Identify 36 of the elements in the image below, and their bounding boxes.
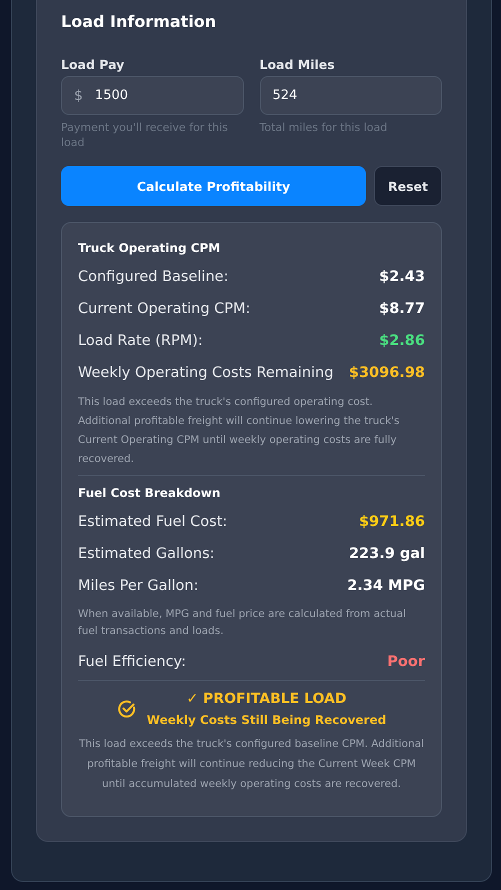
- metric-value: 2.34 MPG: [347, 578, 425, 594]
- input-field[interactable]: $ 1500: [61, 76, 244, 115]
- field-hint: Total miles for this load: [260, 120, 388, 135]
- field-label: Load Pay: [61, 57, 126, 72]
- metric-label: Configured Baseline:: [78, 269, 228, 285]
- metric-value: Poor: [387, 654, 425, 670]
- calculate-button[interactable]: Calculate Profitability: [61, 166, 366, 206]
- input-field[interactable]: 524: [260, 76, 442, 115]
- metric-value: $3096.98: [348, 365, 425, 381]
- check-circle-icon: [116, 699, 137, 719]
- metric-value: $2.86: [379, 333, 425, 349]
- metric-label: Weekly Operating Costs Remaining: [78, 365, 334, 381]
- currency-prefix: $: [74, 88, 83, 104]
- metric-value: $2.43: [379, 269, 425, 285]
- metric-value: $971.86: [358, 514, 425, 530]
- field-label: Load Miles: [260, 57, 336, 72]
- metric-value: 223.9 gal: [348, 546, 425, 562]
- metric-label: Current Operating CPM:: [78, 301, 250, 317]
- metric-label: Fuel Efficiency:: [78, 654, 186, 670]
- metric-label: Estimated Gallons:: [78, 546, 215, 562]
- input-text[interactable]: 524: [272, 88, 429, 103]
- reset-button[interactable]: Reset: [374, 166, 442, 206]
- note-text: This load exceeds the truck's configured operating cost. Additional profitable freight will continue lowering the truck's Current Operating CPM until weekly operating costs are fully recovered.: [78, 395, 401, 467]
- section-title: Load Information: [61, 11, 218, 33]
- metric-label: Estimated Fuel Cost:: [78, 514, 228, 530]
- field-hint: Payment you'll receive for this load: [61, 120, 229, 150]
- metric-label: Miles Per Gallon:: [78, 578, 198, 594]
- metric-value: $8.77: [379, 301, 425, 317]
- metric-label: Load Rate (RPM):: [78, 333, 203, 349]
- group-title: Truck Operating CPM: [78, 241, 222, 255]
- group-title: Fuel Cost Breakdown: [78, 486, 222, 500]
- input-text[interactable]: 1500: [94, 88, 230, 103]
- note-text: When available, MPG and fuel price are calculated from actual fuel transactions and loads.: [78, 607, 407, 639]
- verdict-subtitle: Weekly Costs Still Being Recovered: [146, 713, 386, 727]
- verdict-text: This load exceeds the truck's configured baseline CPM. Additional profitable freight will continue reducing the Current Week CPM until accumulated weekly operating costs are recovered.: [78, 737, 425, 792]
- verdict-title: ✓ PROFITABLE LOAD: [186, 691, 347, 707]
